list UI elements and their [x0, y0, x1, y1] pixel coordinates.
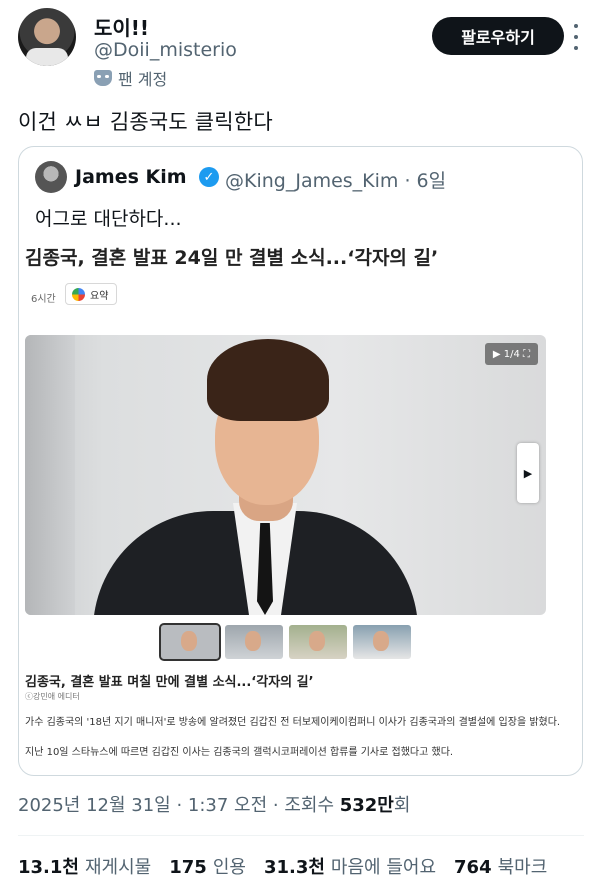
avatar[interactable]	[18, 8, 76, 66]
quoted-tweet-card[interactable]: James Kim ✓ @King_James_Kim · 6일 어그로 대단하…	[18, 146, 583, 776]
photo-wall	[25, 335, 75, 615]
article-time: 6시간	[31, 294, 56, 305]
thumbnail-strip	[159, 623, 411, 661]
article-title: 김종국, 결혼 발표 24일 만 결별 소식...‘각자의 길’	[25, 247, 439, 269]
likes-stat[interactable]: 31.3천 마음에 들어요	[264, 853, 436, 879]
person-photo	[93, 335, 418, 615]
views-count: 532만	[339, 795, 394, 816]
gallery-counter[interactable]: ▶ 1/4 ⛶	[484, 343, 538, 365]
display-name[interactable]: 도이!!	[94, 12, 149, 41]
quoted-avatar[interactable]	[35, 161, 67, 193]
quoted-display-name[interactable]: James Kim	[75, 166, 187, 188]
tweet-header: 도이!! @Doii_misterio 팬 계정 팔로우하기	[18, 8, 584, 90]
reposts-stat[interactable]: 13.1천 재게시물	[18, 853, 151, 879]
tweet-stats: 13.1천 재게시물 175 인용 31.3천 마음에 들어요 764 북마크	[18, 853, 547, 879]
follow-button[interactable]: 팔로우하기	[432, 17, 564, 55]
thumbnail[interactable]	[225, 625, 283, 659]
tweet-meta: 2025년 12월 31일 · 1:37 오전 · 조회수 532만회	[18, 791, 410, 817]
quotes-stat[interactable]: 175 인용	[169, 853, 246, 879]
bookmarks-count: 764	[454, 857, 492, 878]
article-screenshot[interactable]: 김종국, 결혼 발표 24일 만 결별 소식...‘각자의 길’ 6시간 요약 …	[25, 243, 578, 773]
bookmarks-label: 북마크	[497, 857, 548, 878]
likes-label: 마음에 들어요	[330, 857, 437, 878]
mask-icon	[94, 70, 112, 86]
article-author: ⓒ강민애 에디터	[25, 692, 80, 701]
fan-account-row: 팬 계정	[94, 66, 167, 90]
bookmarks-stat[interactable]: 764 북마크	[454, 853, 547, 879]
quotes-label: 인용	[212, 857, 246, 878]
summary-icon	[72, 288, 85, 301]
summary-button[interactable]: 요약	[65, 283, 118, 305]
quoted-handle-time[interactable]: @King_James_Kim · 6일	[225, 166, 446, 193]
thumbnail[interactable]	[353, 625, 411, 659]
fan-account-label: 팬 계정	[118, 70, 168, 89]
article-subtitle: 김종국, 결혼 발표 며칠 만에 결별 소식...‘각자의 길’	[25, 675, 314, 690]
next-arrow-icon[interactable]: ▶	[517, 443, 539, 503]
summary-label: 요약	[90, 290, 109, 302]
reposts-count: 13.1천	[18, 857, 79, 878]
verified-badge-icon: ✓	[199, 167, 219, 187]
article-photo[interactable]: ▶ 1/4 ⛶ ▶	[25, 335, 546, 615]
divider	[18, 835, 584, 836]
tweet-text: 이건 ㅆㅂ 김종국도 클릭한다	[18, 110, 273, 134]
views-suffix: 회	[393, 795, 411, 816]
tweet-datetime[interactable]: 2025년 12월 31일 · 1:37 오전 · 조회수	[18, 795, 340, 816]
more-options-icon[interactable]	[568, 24, 584, 50]
quotes-count: 175	[169, 857, 207, 878]
avatar-shirt	[26, 48, 68, 66]
reposts-label: 재게시물	[84, 857, 152, 878]
photo-hair	[207, 339, 329, 421]
quoted-text: 어그로 대단하다...	[35, 208, 182, 230]
article-paragraph: 가수 김종국의 '18년 지기 매니저'로 방송에 알려졌던 김갑진 전 터보제…	[25, 717, 561, 728]
likes-count: 31.3천	[263, 857, 325, 878]
thumbnail[interactable]	[159, 623, 221, 661]
article-paragraph: 지난 10일 스타뉴스에 따르면 김갑진 이사는 김종국의 갤럭시코퍼레이션 합…	[25, 747, 454, 758]
thumbnail[interactable]	[289, 625, 347, 659]
user-handle[interactable]: @Doii_misterio	[94, 39, 237, 61]
